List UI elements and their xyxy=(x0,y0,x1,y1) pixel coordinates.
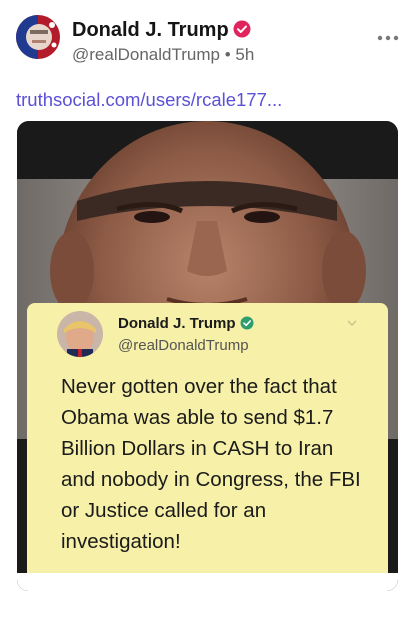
post-timestamp[interactable]: 5h xyxy=(235,45,254,64)
tweet-author-name-row: Donald J. Trump xyxy=(118,315,254,332)
tweet-body-text: Never gotten over the fact that Obama wa… xyxy=(61,375,361,553)
author-name[interactable]: Donald J. Trump xyxy=(72,19,229,41)
author-avatar[interactable] xyxy=(16,15,60,59)
verified-badge-icon xyxy=(233,20,251,38)
author-handle[interactable]: @realDonaldTrump xyxy=(72,45,220,64)
tweet-author-name: Donald J. Trump xyxy=(118,315,236,332)
chevron-down-icon xyxy=(347,320,357,327)
more-options-button[interactable] xyxy=(377,26,399,42)
author-name-row[interactable]: Donald J. Trump xyxy=(72,19,251,42)
tweet-author-handle: @realDonaldTrump xyxy=(118,337,249,354)
post-media-image[interactable]: Donald J. Trump @realDonaldTrump Never g… xyxy=(17,121,398,591)
post-header: Donald J. Trump @realDonaldTrump • 5h xyxy=(14,12,405,65)
separator-dot: • xyxy=(224,45,231,64)
media-bottom-edge xyxy=(17,573,398,591)
post-link[interactable]: truthsocial.com/users/rcale177... xyxy=(16,89,282,111)
tweet-verified-icon xyxy=(240,316,254,330)
tweet-author-avatar xyxy=(57,311,103,357)
more-horizontal-icon xyxy=(377,35,399,41)
handle-line: @realDonaldTrump • 5h xyxy=(72,45,254,65)
embedded-tweet-card: Donald J. Trump @realDonaldTrump Never g… xyxy=(27,303,388,591)
